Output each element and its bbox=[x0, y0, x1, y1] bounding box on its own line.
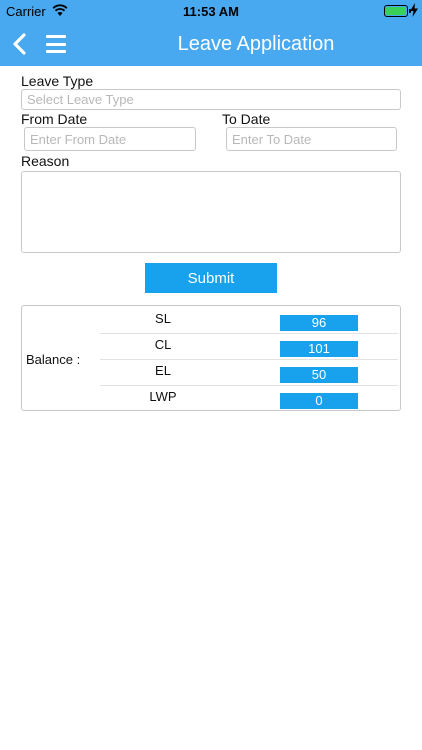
balance-row-lwp: LWP 0 bbox=[100, 386, 398, 412]
reason-textarea[interactable] bbox=[21, 171, 401, 253]
balance-value: 50 bbox=[280, 367, 358, 383]
back-icon[interactable] bbox=[10, 32, 30, 56]
balance-label: Balance : bbox=[26, 352, 81, 367]
clock-label: 11:53 AM bbox=[183, 4, 239, 19]
page-title: Leave Application bbox=[177, 33, 335, 55]
menu-icon[interactable] bbox=[46, 35, 66, 53]
from-date-label: From Date bbox=[21, 111, 88, 127]
battery-icon bbox=[384, 5, 411, 17]
from-date-input[interactable] bbox=[24, 127, 196, 151]
balance-type: EL bbox=[155, 363, 171, 378]
leave-type-select[interactable] bbox=[21, 89, 401, 110]
to-date-label: To Date bbox=[222, 111, 271, 127]
balance-type: SL bbox=[155, 311, 171, 326]
submit-button[interactable]: Submit bbox=[145, 263, 277, 293]
to-date-input[interactable] bbox=[226, 127, 397, 151]
balance-panel: Balance : SL 96 CL 101 EL 50 LWP 0 bbox=[21, 305, 401, 411]
balance-row-el: EL 50 bbox=[100, 360, 398, 386]
balance-value: 101 bbox=[280, 341, 358, 357]
balance-row-sl: SL 96 bbox=[100, 308, 398, 334]
balance-type: LWP bbox=[149, 389, 177, 404]
status-bar: Carrier 11:53 AM bbox=[0, 0, 422, 22]
leave-type-label: Leave Type bbox=[21, 73, 94, 89]
balance-value: 96 bbox=[280, 315, 358, 331]
balance-type: CL bbox=[154, 337, 172, 352]
charging-icon bbox=[410, 3, 418, 17]
balance-value: 0 bbox=[280, 393, 358, 409]
balance-row-cl: CL 101 bbox=[100, 334, 398, 360]
nav-bar: Leave Application bbox=[0, 22, 422, 66]
reason-label: Reason bbox=[21, 153, 70, 169]
